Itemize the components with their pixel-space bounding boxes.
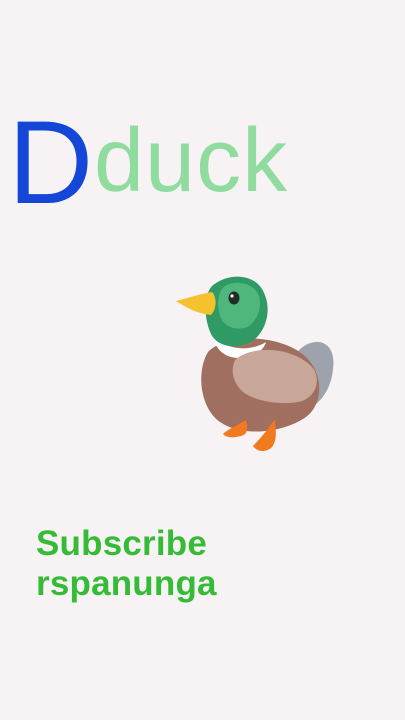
subscribe-text: Subscribe rspanunga bbox=[36, 524, 217, 605]
channel-name: rspanunga bbox=[36, 564, 217, 604]
duck-icon bbox=[176, 276, 334, 452]
subscribe-label: Subscribe bbox=[36, 524, 208, 563]
card-word: duck bbox=[94, 111, 289, 211]
card-letter: D bbox=[8, 97, 93, 229]
